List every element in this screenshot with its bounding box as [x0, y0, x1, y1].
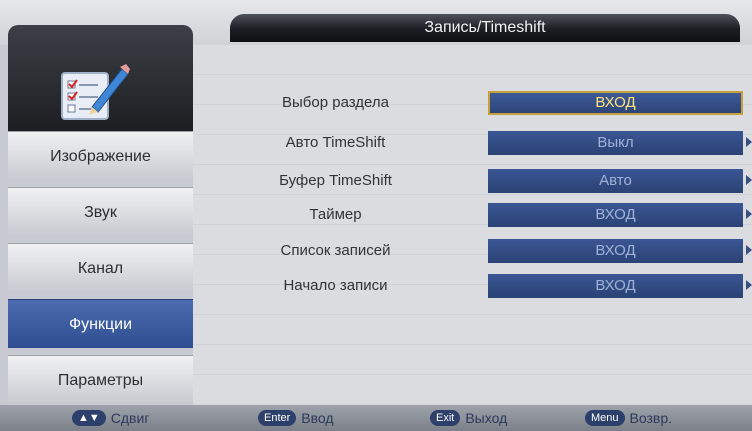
row-value[interactable]: ВХОД	[488, 274, 743, 298]
sidebar-item-parameters[interactable]: Параметры	[8, 355, 193, 404]
footer-hints: ▲▼ Сдвиг Enter Ввод Exit Выход Menu Возв…	[0, 405, 752, 431]
exit-key-icon: Exit	[430, 410, 461, 426]
sidebar-item-sound[interactable]: Звук	[8, 187, 193, 236]
page-title: Запись/Timeshift	[230, 14, 740, 42]
menu-row-timer[interactable]: Таймер ВХОД	[193, 203, 752, 227]
menu-row-timeshift-buffer[interactable]: Буфер TimeShift Авто	[193, 169, 752, 193]
chevron-right-icon	[746, 245, 752, 255]
chevron-right-icon	[746, 175, 752, 185]
hint-back: Menu Возвр.	[585, 409, 672, 427]
row-label: Список записей	[280, 242, 391, 259]
sidebar: Изображение Звук Канал Функции Параметры	[8, 25, 193, 405]
enter-key-icon: Enter	[258, 410, 297, 426]
hint-move: ▲▼ Сдвиг	[72, 409, 149, 427]
chevron-right-icon	[746, 280, 752, 290]
sidebar-item-channel[interactable]: Канал	[8, 243, 193, 292]
row-label: Начало записи	[283, 277, 388, 294]
sidebar-icon-panel	[8, 25, 193, 131]
hint-label: Сдвиг	[110, 410, 150, 426]
row-value[interactable]: Выкл	[488, 131, 743, 155]
menu-row-partition[interactable]: Выбор раздела ВХОД	[193, 91, 752, 115]
row-value[interactable]: ВХОД	[488, 91, 743, 115]
hint-enter: Enter Ввод	[258, 409, 334, 427]
tv-menu-screen: Запись/Timeshift Изображение Звук Канал …	[0, 0, 752, 431]
row-value[interactable]: ВХОД	[488, 203, 743, 227]
chevron-right-icon	[746, 137, 752, 147]
arrow-keys-icon: ▲▼	[72, 410, 106, 426]
hint-exit: Exit Выход	[430, 409, 507, 427]
chevron-right-icon	[746, 209, 752, 219]
row-label: Авто TimeShift	[285, 134, 386, 151]
sidebar-item-functions[interactable]: Функции	[8, 299, 193, 348]
sidebar-item-image[interactable]: Изображение	[8, 131, 193, 180]
hint-label: Выход	[465, 410, 508, 426]
row-label: Выбор раздела	[282, 94, 389, 111]
menu-row-recordings-list[interactable]: Список записей ВХОД	[193, 239, 752, 263]
hint-label: Возвр.	[629, 410, 673, 426]
hint-label: Ввод	[301, 410, 334, 426]
menu-row-start-recording[interactable]: Начало записи ВХОД	[193, 274, 752, 298]
row-value[interactable]: Авто	[488, 169, 743, 193]
row-label: Таймер	[309, 206, 362, 223]
menu-row-auto-timeshift[interactable]: Авто TimeShift Выкл	[193, 131, 752, 155]
checklist-pencil-icon	[61, 64, 130, 120]
row-label: Буфер TimeShift	[279, 172, 392, 189]
menu-key-icon: Menu	[585, 410, 625, 426]
menu-content: Выбор раздела ВХОД Авто TimeShift Выкл Б…	[193, 45, 752, 405]
row-value[interactable]: ВХОД	[488, 239, 743, 263]
